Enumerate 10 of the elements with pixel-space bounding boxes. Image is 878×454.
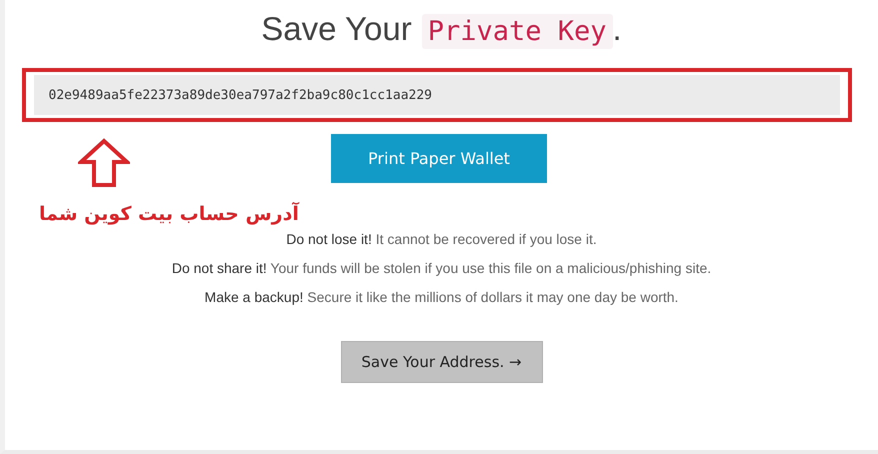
warning-note: Do not lose it! It cannot be recovered if you lose it. — [286, 231, 597, 247]
up-arrow-icon — [78, 138, 130, 188]
private-key-field[interactable]: 02e9489aa5fe22373a89de30ea797a2f2ba9c80c1cc1aa229 — [34, 75, 840, 115]
warning-note: Do not share it! Your funds will be stolen if you use this file on a malicious/phishing site. — [172, 260, 712, 276]
title-code: Private Key — [422, 14, 613, 49]
title-text: Save Your — [261, 10, 412, 48]
save-address-button[interactable]: Save Your Address. → — [340, 341, 542, 383]
warning-note: Make a backup! Secure it like the millions of dollars it may one day be worth. — [204, 289, 678, 305]
title-period: . — [612, 10, 622, 48]
annotation-text: آدرس حساب بیت کوین شما — [39, 203, 299, 225]
